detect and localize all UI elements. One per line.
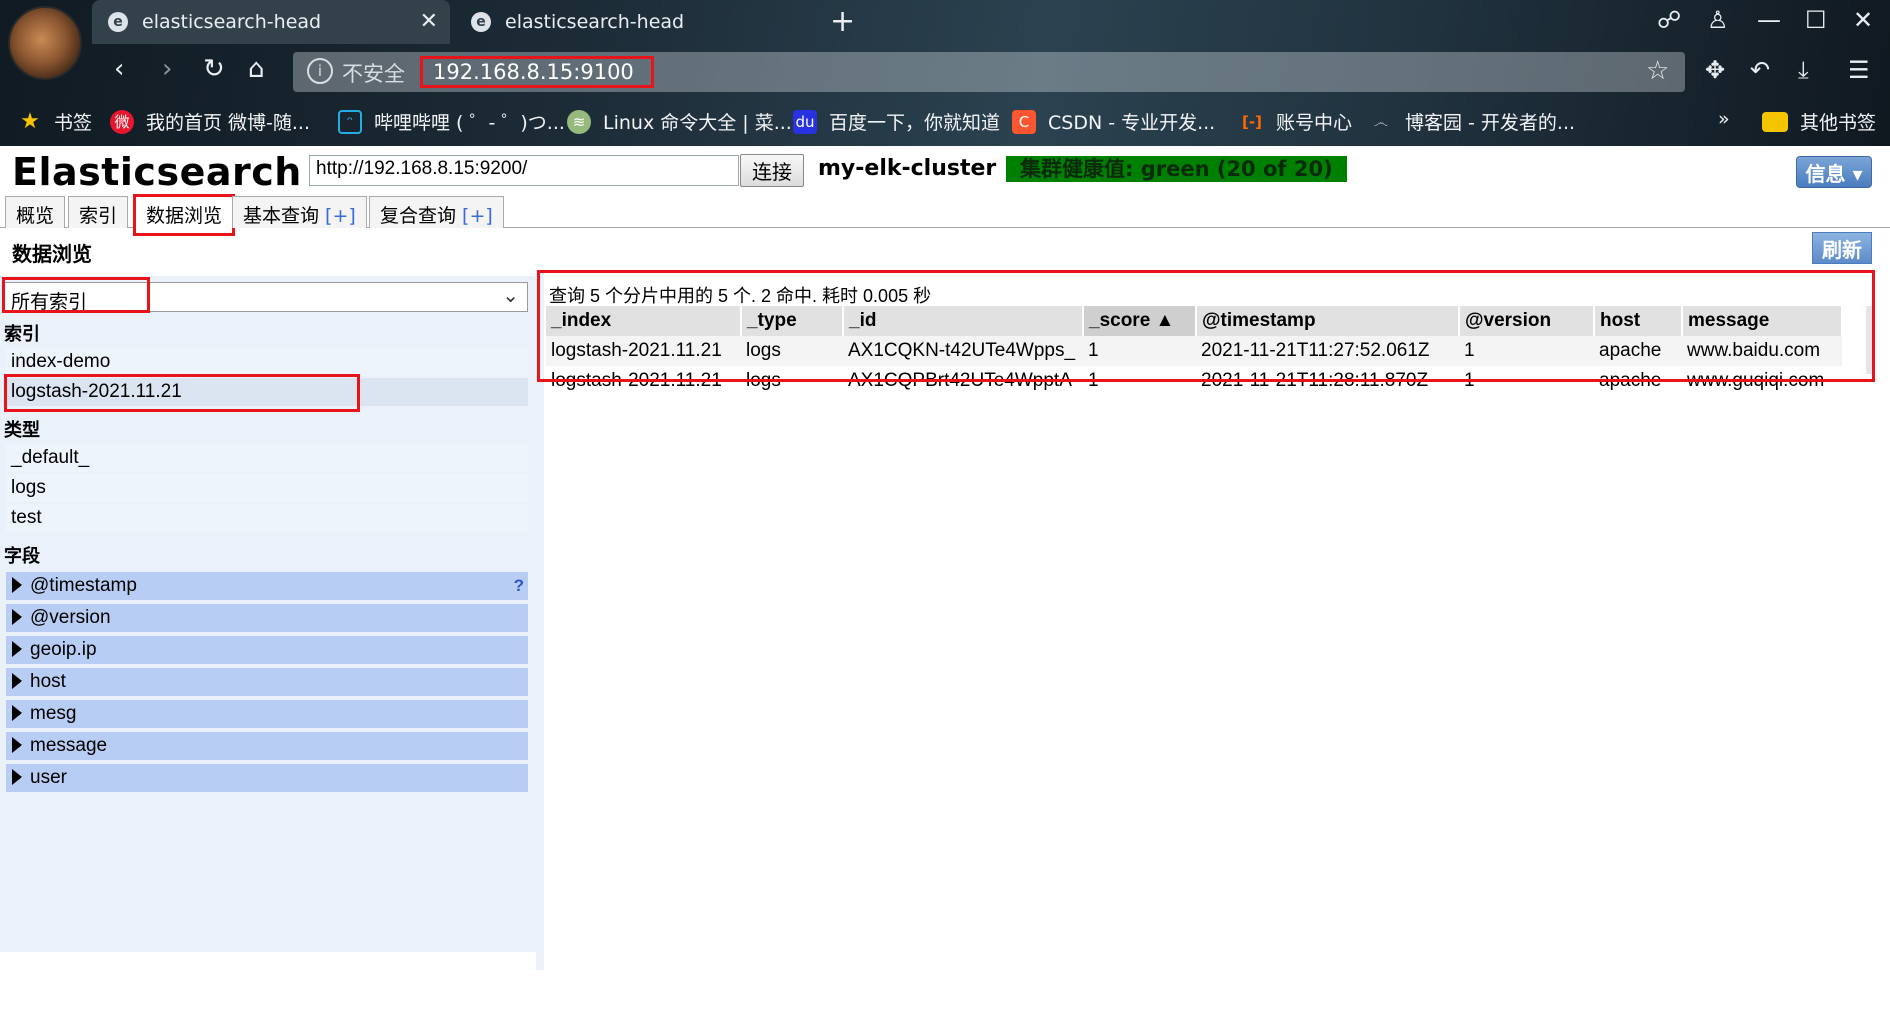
info-icon[interactable]: i xyxy=(307,58,333,84)
bookmark-item[interactable]: ᵔ 哔哩哔哩 ( ゜- ゜)つ... xyxy=(338,108,565,135)
app-title: Elasticsearch xyxy=(12,150,302,194)
field-item[interactable]: host xyxy=(6,668,528,696)
index-highlight xyxy=(4,374,360,412)
bookmark-item[interactable]: du 百度一下，你就知道 xyxy=(793,108,1000,135)
field-item[interactable]: message xyxy=(6,732,528,760)
profile-avatar[interactable] xyxy=(8,6,82,80)
incognito-icon[interactable]: ☍ xyxy=(1657,6,1681,34)
fields-heading: 字段 xyxy=(4,546,40,567)
expand-triangle-icon xyxy=(12,609,22,625)
bookmark-item[interactable]: ★ 书签 xyxy=(18,108,92,135)
weibo-icon: 微 xyxy=(110,109,134,134)
tab-favicon-icon: e xyxy=(471,12,491,32)
app-tabs: 概览 索引 数据浏览 基本查询 [+] 复合查询 [+] xyxy=(0,194,1890,236)
other-bookmarks[interactable]: 其他书签 xyxy=(1762,108,1876,135)
filter-sidebar: 所有索引 ⌄ 索引 index-demo logstash-2021.11.21… xyxy=(0,276,536,952)
minimize-icon[interactable]: — xyxy=(1757,6,1781,34)
new-tab-icon[interactable]: + xyxy=(830,4,855,39)
index-item[interactable]: index-demo xyxy=(6,348,528,376)
expand-triangle-icon xyxy=(12,737,22,753)
cnblogs-icon: ෴ xyxy=(1373,112,1389,131)
runoob-icon: ≋ xyxy=(567,109,591,134)
expand-triangle-icon xyxy=(12,673,22,689)
expand-triangle-icon xyxy=(12,705,22,721)
cluster-url-input[interactable]: http://192.168.8.15:9200/ xyxy=(309,155,739,186)
aliyun-icon: [-] xyxy=(1242,112,1262,131)
bookmark-item[interactable]: 微 我的首页 微博-随... xyxy=(110,108,310,135)
tab-indices[interactable]: 索引 xyxy=(68,196,129,228)
bookmark-item[interactable]: ≋ Linux 命令大全 | 菜... xyxy=(567,108,792,135)
forward-icon[interactable]: › xyxy=(162,54,172,84)
type-item[interactable]: logs xyxy=(6,474,528,502)
field-item[interactable]: geoip.ip xyxy=(6,636,528,664)
tab-favicon-icon: e xyxy=(108,12,128,32)
expand-triangle-icon xyxy=(12,577,22,593)
connect-button[interactable]: 连接 xyxy=(740,154,804,187)
types-heading: 类型 xyxy=(4,420,40,441)
undo-icon[interactable]: ↶ xyxy=(1750,56,1770,84)
bookmark-item[interactable]: [-] 账号中心 xyxy=(1240,108,1352,135)
expand-triangle-icon xyxy=(12,769,22,785)
browser-tab[interactable]: e elasticsearch-head xyxy=(455,0,805,44)
back-icon[interactable]: ‹ xyxy=(114,54,124,84)
es-head-page: Elasticsearch http://192.168.8.15:9200/ … xyxy=(0,146,1890,1013)
window-close-icon[interactable]: ✕ xyxy=(1853,6,1873,34)
field-item[interactable]: mesg xyxy=(6,700,528,728)
baidu-icon: du xyxy=(793,109,817,134)
folder-icon xyxy=(1762,111,1788,132)
type-item[interactable]: _default_ xyxy=(6,444,528,472)
reload-icon[interactable]: ↻ xyxy=(203,54,225,84)
field-item[interactable]: @timestamp ? xyxy=(6,572,528,600)
menu-icon[interactable]: ☰ xyxy=(1848,56,1870,84)
maximize-icon[interactable]: ☐ xyxy=(1805,6,1827,34)
results-highlight xyxy=(537,270,1875,382)
star-icon: ★ xyxy=(20,109,40,134)
browser-tab-active[interactable]: e elasticsearch-head ✕ xyxy=(92,0,450,44)
bookmarks-more-icon[interactable]: » xyxy=(1718,108,1730,130)
close-tab-icon[interactable]: ✕ xyxy=(420,9,438,34)
url-text[interactable]: 192.168.8.15:9100 xyxy=(420,56,654,88)
field-item[interactable]: @version xyxy=(6,604,528,632)
cluster-health-badge: 集群健康值: green (20 of 20) xyxy=(1006,156,1347,182)
help-icon[interactable]: ? xyxy=(514,572,524,600)
cluster-name: my-elk-cluster xyxy=(818,156,997,181)
shirt-icon[interactable]: ♙ xyxy=(1707,6,1729,34)
tab-overview[interactable]: 概览 xyxy=(5,196,66,228)
security-label: 不安全 xyxy=(342,62,405,86)
section-title: 数据浏览 xyxy=(12,242,92,266)
select-highlight xyxy=(2,277,150,313)
bookmark-item[interactable]: C CSDN - 专业开发... xyxy=(1012,108,1215,135)
tab-basic-query[interactable]: 基本查询 [+] xyxy=(232,196,367,228)
bilibili-icon: ᵔ xyxy=(338,109,362,134)
tab-title: elasticsearch-head xyxy=(505,11,685,33)
bookmark-item[interactable]: ෴ 博客园 - 开发者的... xyxy=(1369,108,1575,135)
extensions-icon[interactable]: ✥ xyxy=(1705,56,1725,84)
csdn-icon: C xyxy=(1012,109,1036,134)
bookmark-star-icon[interactable]: ☆ xyxy=(1646,56,1669,86)
chevron-down-icon: ⌄ xyxy=(502,283,519,307)
tab-browser[interactable]: 数据浏览 xyxy=(133,194,236,236)
type-item[interactable]: test xyxy=(6,504,528,532)
field-item[interactable]: user xyxy=(6,764,528,792)
tab-structured-query[interactable]: 复合查询 [+] xyxy=(369,196,504,228)
tab-title: elasticsearch-head xyxy=(142,11,322,33)
download-icon[interactable]: ⤓ xyxy=(1798,56,1809,84)
indices-heading: 索引 xyxy=(4,324,40,345)
expand-triangle-icon xyxy=(12,641,22,657)
info-button[interactable]: 信息 ▾ xyxy=(1796,156,1872,188)
home-icon[interactable]: ⌂ xyxy=(248,54,265,84)
refresh-button[interactable]: 刷新 xyxy=(1812,232,1872,264)
